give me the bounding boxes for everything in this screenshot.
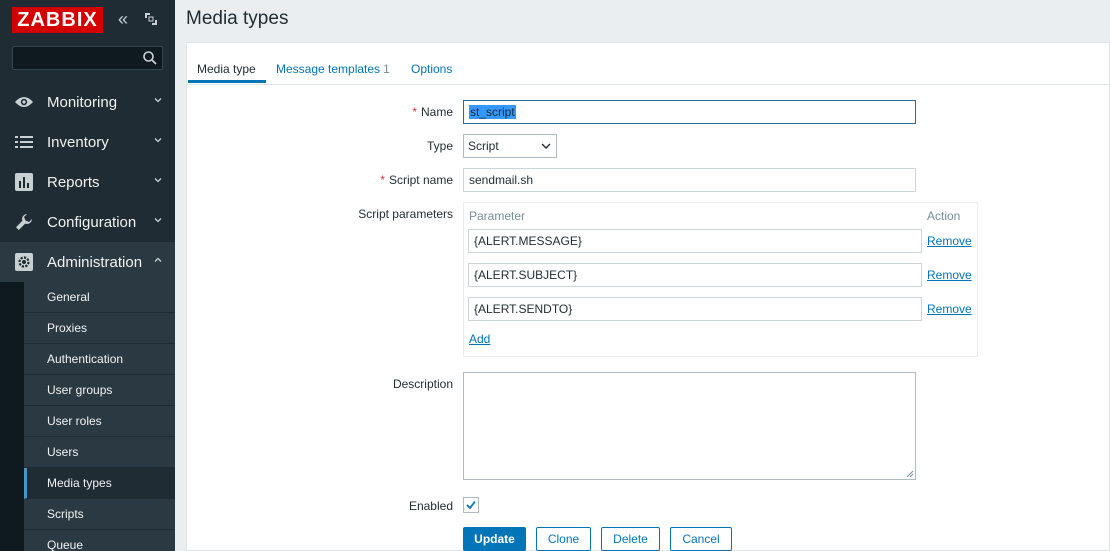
menu-item-label: Monitoring [47,93,118,111]
resize-handle-icon[interactable] [904,468,914,478]
chevron-down-icon [154,98,162,103]
tab-label: Message templates [276,62,381,76]
type-select-value: Script [468,139,499,153]
gear-icon [14,252,34,272]
submenu-item-users[interactable]: Users [24,437,175,468]
name-input[interactable]: st_script [463,100,916,124]
chevron-down-icon [541,143,551,149]
search-icon[interactable] [142,50,158,66]
menu-item-label: Reports [47,173,100,191]
main-menu: Monitoring Inventory Reports Configurati… [0,82,175,551]
active-tab-indicator [188,80,266,83]
tab-count-badge: 1 [383,62,390,76]
administration-submenu: General Proxies Authentication User grou… [0,282,175,551]
zabbix-logo[interactable]: ZABBIX [12,7,103,33]
submenu-item-user-roles[interactable]: User roles [24,406,175,437]
remove-parameter-link[interactable]: Remove [927,234,972,248]
submenu-item-queue[interactable]: Queue [24,530,175,551]
submenu-item-authentication[interactable]: Authentication [24,344,175,375]
menu-item-monitoring[interactable]: Monitoring [0,82,175,122]
remove-parameter-link[interactable]: Remove [927,268,972,282]
submenu-item-proxies[interactable]: Proxies [24,313,175,344]
collapse-sidebar-icon[interactable]: « [118,10,136,30]
selected-text: st_script [469,105,516,119]
chevron-down-icon [154,218,162,223]
chevron-down-icon [154,178,162,183]
checkmark-icon [466,500,476,510]
menu-item-label: Administration [47,253,143,271]
tab-options[interactable]: Options [411,62,452,76]
description-textarea[interactable] [463,372,916,480]
kiosk-mode-icon[interactable] [143,11,159,27]
delete-button[interactable]: Delete [601,527,660,551]
chevron-up-icon [154,257,162,262]
label-text: Script name [388,173,453,187]
search-input[interactable] [13,47,133,69]
eye-icon [14,92,34,112]
cancel-button[interactable]: Cancel [670,527,732,551]
bar-chart-icon [14,172,34,192]
script-name-input[interactable]: sendmail.sh [463,168,916,192]
menu-item-label: Configuration [47,213,137,231]
type-select[interactable]: Script [463,134,557,158]
menu-item-label: Inventory [47,133,109,151]
parameter-input[interactable]: {ALERT.SUBJECT} [468,263,922,287]
parameter-input[interactable]: {ALERT.MESSAGE} [468,229,922,253]
list-icon [14,132,34,152]
label-text: Name [420,105,453,119]
submenu-item-scripts[interactable]: Scripts [24,499,175,530]
update-button[interactable]: Update [463,527,526,551]
required-asterisk: * [380,173,385,187]
menu-item-administration[interactable]: Administration [0,242,175,282]
remove-parameter-link[interactable]: Remove [927,302,972,316]
add-parameter-link[interactable]: Add [469,332,490,346]
parameter-column-header: Parameter [469,209,526,223]
action-column-header: Action [927,209,961,223]
menu-item-reports[interactable]: Reports [0,162,175,202]
submenu-item-media-types[interactable]: Media types [24,468,175,499]
script-parameters-table: Parameter Action {ALERT.MESSAGE} Remove … [463,202,978,357]
submenu-item-general[interactable]: General [24,282,175,313]
tab-bar: Media type Message templates 1 Options [187,43,1109,85]
description-label: Description [392,377,453,391]
script-name-label: * Script name [253,173,453,187]
menu-item-configuration[interactable]: Configuration [0,202,175,242]
clone-button[interactable]: Clone [536,527,591,551]
tab-media-type[interactable]: Media type [197,62,256,76]
required-asterisk: * [412,105,417,119]
enabled-checkbox[interactable] [463,497,479,513]
enabled-label: Enabled [408,499,453,513]
chevron-down-icon [154,138,162,143]
script-parameters-label: Script parameters [358,207,453,221]
type-label: Type [426,139,453,153]
sidebar: ZABBIX « Monitoring Inventory Reports Co… [0,0,175,551]
tab-message-templates[interactable]: Message templates 1 [276,62,390,76]
logo-row: ZABBIX « [0,0,175,40]
search-field[interactable] [12,46,163,70]
name-label: * Name [253,105,453,119]
page-title: Media types [186,8,289,29]
form-container: Media type Message templates 1 Options * N… [186,42,1110,551]
submenu-item-user-groups[interactable]: User groups [24,375,175,406]
parameter-input[interactable]: {ALERT.SENDTO} [468,297,922,321]
wrench-icon [14,212,34,232]
menu-item-inventory[interactable]: Inventory [0,122,175,162]
